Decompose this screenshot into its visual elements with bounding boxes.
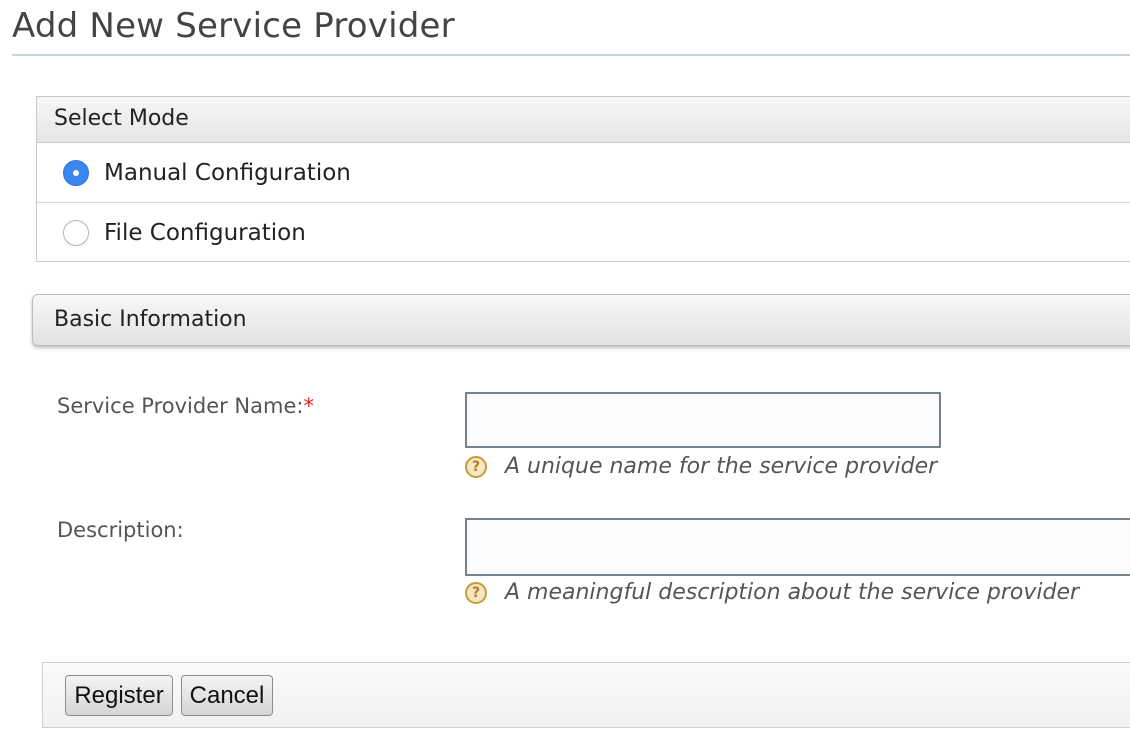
- description-help-text: A meaningful description about the servi…: [505, 580, 1080, 605]
- description-help: ? A meaningful description about the ser…: [465, 580, 1079, 605]
- manual-configuration-radio[interactable]: [63, 159, 89, 186]
- manual-configuration-option[interactable]: Manual Configuration: [37, 143, 1130, 203]
- file-configuration-option[interactable]: File Configuration: [37, 203, 1130, 263]
- file-configuration-radio[interactable]: [63, 220, 89, 246]
- question-mark-icon: ?: [465, 581, 487, 604]
- service-provider-name-input[interactable]: [465, 392, 941, 448]
- cancel-button[interactable]: Cancel: [181, 675, 273, 716]
- form-button-bar: Register Cancel: [42, 662, 1130, 728]
- service-provider-name-help: ? A unique name for the service provider: [465, 454, 937, 479]
- question-mark-icon: ?: [465, 455, 487, 478]
- service-provider-name-help-text: A unique name for the service provider: [505, 454, 938, 479]
- description-label: Description:: [57, 518, 184, 542]
- description-input[interactable]: [465, 518, 1130, 576]
- required-mark: *: [303, 394, 314, 418]
- manual-configuration-label[interactable]: Manual Configuration: [104, 160, 351, 186]
- file-configuration-label[interactable]: File Configuration: [104, 220, 306, 246]
- service-provider-name-label: Service Provider Name:*: [57, 394, 314, 418]
- add-service-provider-page: Add New Service Provider Select Mode Man…: [0, 0, 1130, 740]
- register-button[interactable]: Register: [65, 675, 173, 716]
- select-mode-panel: Select Mode Manual Configuration File Co…: [36, 96, 1130, 262]
- page-title: Add New Service Provider: [12, 6, 455, 46]
- basic-information-header[interactable]: Basic Information: [32, 294, 1130, 346]
- title-divider: [12, 54, 1130, 56]
- service-provider-name-label-text: Service Provider Name:: [57, 394, 304, 418]
- select-mode-header: Select Mode: [37, 97, 1130, 143]
